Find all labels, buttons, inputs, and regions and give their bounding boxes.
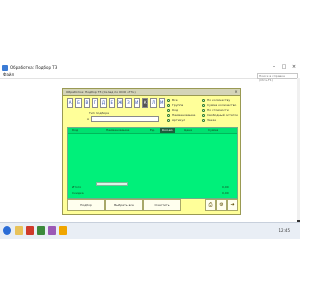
clear-button[interactable]: Очистить [143, 199, 181, 211]
select-all-button[interactable]: Выбрать все [105, 199, 143, 211]
column-header-code[interactable]: Код [72, 128, 78, 133]
alpha-button[interactable]: И [133, 98, 140, 108]
options-left: Все Группа Код Наименование Артикул [167, 98, 195, 122]
app-icon[interactable] [48, 226, 56, 235]
vertical-scrollbar[interactable] [297, 78, 300, 228]
app-icon[interactable] [37, 226, 45, 235]
printer-icon[interactable]: ⎙ [205, 199, 216, 211]
radio-icon[interactable] [202, 118, 205, 122]
option-label: Свободный остаток [207, 113, 239, 117]
option-label: Артикул [172, 118, 186, 122]
radio-icon[interactable] [202, 113, 205, 117]
option-row[interactable]: Артикул [167, 118, 195, 122]
radio-icon[interactable] [167, 113, 170, 117]
dialog-title-bar: Обработка: Подбор ТЗ (Склад по ООО «ТЗ»)… [63, 89, 240, 96]
alpha-button[interactable]: К [141, 98, 149, 108]
option-label: По количеству [207, 98, 231, 102]
alpha-button[interactable]: Ж [116, 98, 124, 108]
grid-header: Код Наименование Ед. Кол-во Цена Сумма [68, 128, 237, 134]
items-grid[interactable]: Код Наименование Ед. Кол-во Цена Сумма И… [67, 127, 238, 199]
alpha-button[interactable]: Г [91, 98, 99, 108]
option-label: Все [172, 98, 178, 102]
gear-icon[interactable]: ⚙ [216, 199, 227, 211]
radio-icon[interactable] [202, 108, 205, 112]
window-title: Обработка: Подбор ТЗ [10, 65, 58, 70]
column-header-unit[interactable]: Ед. [150, 128, 155, 133]
grid-horizontal-scrollbar[interactable] [96, 182, 128, 186]
help-search-input[interactable]: Поиск в справке (Ctrl+F1) [257, 73, 298, 82]
clock[interactable]: 12:45 [278, 228, 290, 233]
discount-value: 0,00 [222, 191, 229, 195]
close-button[interactable]: × [290, 64, 298, 71]
start-button[interactable] [3, 226, 11, 235]
radio-icon[interactable] [167, 103, 170, 107]
dialog-close-button[interactable]: × [233, 89, 239, 94]
column-header-sum[interactable]: Сумма [208, 128, 218, 133]
option-row[interactable]: По стоимости [202, 108, 238, 112]
option-label: Заказ [207, 118, 217, 122]
alpha-button[interactable]: Д [100, 98, 107, 108]
radio-icon[interactable] [167, 108, 170, 112]
alpha-button[interactable]: А [67, 98, 74, 108]
option-label: Группа [172, 103, 184, 107]
alphabet-filter: А Б В Г Д Е Ж З И К Л М [67, 98, 165, 108]
option-label: Код [172, 108, 179, 112]
alpha-button[interactable]: З [125, 98, 132, 108]
alpha-button[interactable]: В [83, 98, 90, 108]
total-label: Итого [72, 185, 82, 189]
radio-icon[interactable] [202, 98, 205, 102]
app-logo-icon [2, 65, 8, 71]
radio-icon[interactable] [202, 103, 205, 107]
maximize-button[interactable]: □ [280, 64, 288, 71]
app-window: Обработка: Подбор ТЗ – □ × Файл Поиск в … [0, 64, 300, 228]
discount-label: Скидка [72, 191, 84, 195]
menu-file[interactable]: Файл [3, 72, 14, 78]
total-row: Итого 0,00 [68, 185, 237, 189]
dialog-footer: Подбор Выбрать все Очистить ⎙ ⚙ ➜ [67, 199, 238, 211]
radio-icon[interactable] [167, 118, 170, 122]
column-header-price[interactable]: Цена [184, 128, 192, 133]
menu-bar: Файл Поиск в справке (Ctrl+F1) [0, 72, 300, 82]
option-row[interactable]: Заказ [202, 118, 238, 122]
taskbar: 12:45 [0, 222, 300, 239]
option-label: Сумма количество [207, 103, 237, 107]
explorer-icon[interactable] [15, 226, 23, 235]
option-label: Наименование [172, 113, 196, 117]
discount-row: Скидка 0,00 [68, 191, 237, 195]
options-right: По количеству Сумма количество По стоимо… [202, 98, 238, 122]
dialog-title: Обработка: Подбор ТЗ (Склад по ООО «ТЗ») [66, 90, 136, 94]
option-row[interactable]: По количеству [202, 98, 238, 102]
alpha-button[interactable]: Л [150, 98, 157, 108]
total-value: 0,00 [222, 185, 229, 189]
alpha-button[interactable]: Е [108, 98, 115, 108]
option-row[interactable]: Свободный остаток [202, 113, 238, 117]
select-label: Тип подбора [89, 111, 109, 115]
app-icon[interactable] [59, 226, 67, 235]
option-row[interactable]: Сумма количество [202, 103, 238, 107]
column-header-qty[interactable]: Кол-во [160, 128, 175, 133]
column-header-name[interactable]: Наименование [106, 128, 129, 133]
browser-icon[interactable] [26, 226, 34, 235]
exit-icon[interactable]: ➜ [227, 199, 238, 211]
minimize-button[interactable]: – [270, 64, 278, 71]
alpha-button[interactable]: Б [75, 98, 82, 108]
option-row[interactable]: Код [167, 108, 195, 112]
select-prefix: А [87, 117, 90, 121]
radio-icon[interactable] [167, 98, 170, 102]
window-controls: – □ × [270, 64, 298, 71]
alpha-button[interactable]: М [158, 98, 165, 108]
option-row[interactable]: Наименование [167, 113, 195, 117]
option-label: По стоимости [207, 108, 229, 112]
option-row[interactable]: Группа [167, 103, 195, 107]
pick-button[interactable]: Подбор [67, 199, 105, 211]
option-row[interactable]: Все [167, 98, 195, 102]
pick-dialog: Обработка: Подбор ТЗ (Склад по ООО «ТЗ»)… [62, 88, 241, 215]
pick-type-select[interactable] [91, 116, 159, 122]
